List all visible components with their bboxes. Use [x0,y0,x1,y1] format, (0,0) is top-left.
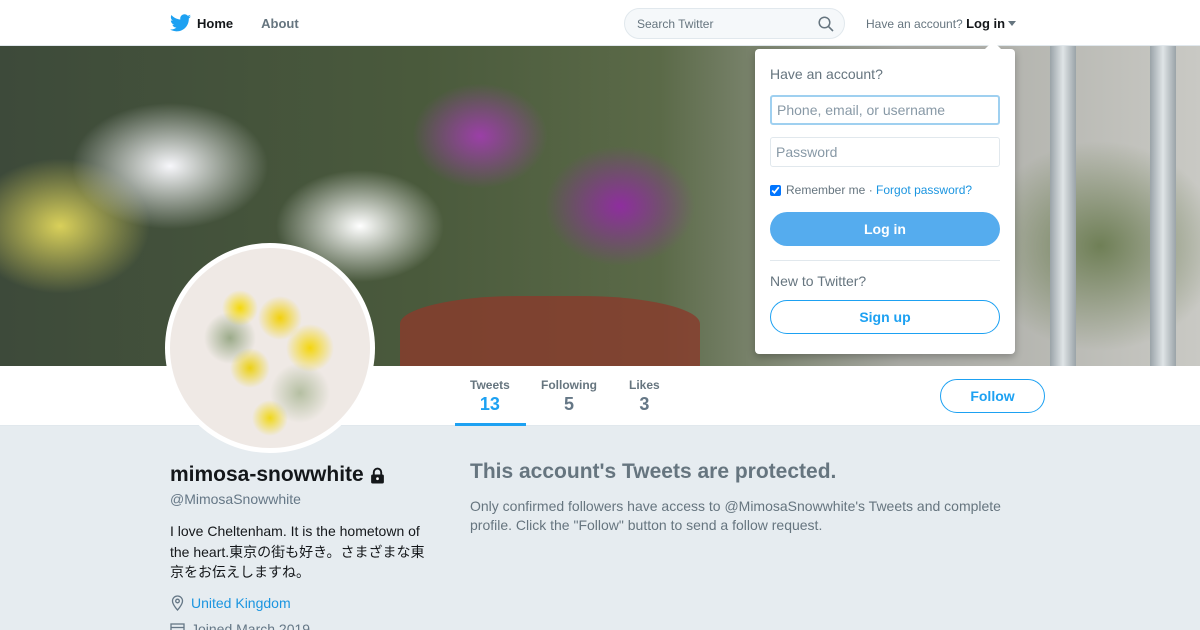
profile-location: United Kingdom [170,595,291,611]
account-login-link[interactable]: Have an account? Log in [866,16,1017,31]
new-to-twitter-text: New to Twitter? [770,273,867,289]
about-link[interactable]: About [261,16,299,31]
banner-decoration [1050,46,1076,366]
home-link[interactable]: Home [197,16,233,31]
banner-decoration [1150,46,1176,366]
password-input[interactable] [770,137,1000,167]
stat-following[interactable]: Following 5 [541,378,597,415]
remember-row: Remember me · Forgot password? [770,183,972,197]
protected-message: Only confirmed followers have access to … [470,498,1001,533]
stat-label: Tweets [470,378,510,392]
banner-decoration [400,296,700,366]
lock-icon [370,467,384,483]
stat-label: Following [541,378,597,392]
profile-bio: I love Cheltenham. It is the hometown of… [170,523,425,580]
active-tab-indicator [455,423,526,426]
account-prompt: Have an account? [866,17,963,31]
follow-button[interactable]: Follow [940,379,1045,413]
login-menu-label[interactable]: Log in [966,16,1005,31]
protected-title: This account's Tweets are protected. [470,460,837,483]
separator-dot: · [868,183,873,197]
nav-left: Home About [170,0,327,46]
forgot-password-link[interactable]: Forgot password? [876,183,972,197]
search-input[interactable]: Search Twitter [624,8,845,39]
username-input[interactable] [770,95,1000,125]
profile-name[interactable]: mimosa-snowwhite [170,463,386,487]
stat-tweets[interactable]: Tweets 13 [470,378,510,415]
login-dropdown: Have an account? Remember me · Forgot pa… [755,41,1015,354]
calendar-icon [170,622,185,630]
profile-handle[interactable]: @MimosaSnowwhite [170,491,301,507]
caret-down-icon[interactable] [1008,21,1017,26]
remember-me-label[interactable]: Remember me [786,183,865,197]
avatar[interactable] [165,243,375,453]
location-link[interactable]: United Kingdom [191,595,291,611]
top-navigation: Home About Search Twitter Have an accoun… [0,0,1200,46]
stat-label: Likes [629,378,660,392]
signup-button[interactable]: Sign up [770,300,1000,334]
divider [770,260,1000,261]
joined-date: Joined March 2019 [191,621,311,630]
location-pin-icon [171,595,184,611]
profile-name-text[interactable]: mimosa-snowwhite [170,463,364,487]
twitter-bird-icon[interactable] [170,14,191,32]
remember-me-checkbox[interactable] [770,184,781,196]
dropdown-title: Have an account? [770,66,883,82]
stat-value: 5 [563,394,574,414]
stat-likes[interactable]: Likes 3 [629,378,660,415]
search-placeholder: Search Twitter [637,16,714,31]
profile-joined: Joined March 2019 [170,621,310,630]
stat-value: 13 [479,394,500,414]
stat-value: 3 [639,394,650,414]
avatar-image [170,248,370,448]
login-button[interactable]: Log in [770,212,1000,246]
search-icon[interactable] [818,16,834,32]
